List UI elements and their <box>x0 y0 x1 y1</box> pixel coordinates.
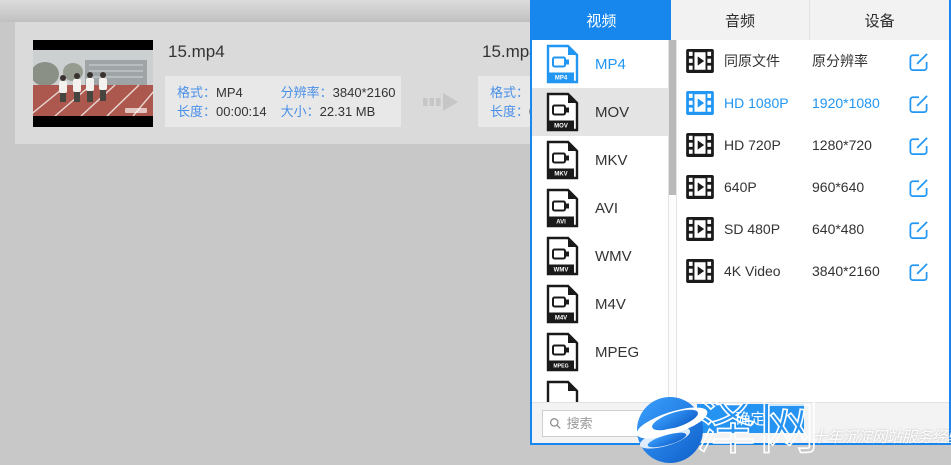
format-label: MPEG <box>595 344 639 361</box>
avi-file-icon: AVI <box>545 188 579 228</box>
edit-icon[interactable] <box>908 51 929 72</box>
option-resolution: 原分辨率 <box>812 51 908 71</box>
option-resolution: 1920*1080 <box>812 95 908 111</box>
search-box[interactable] <box>542 410 670 437</box>
option-name: SD 480P <box>724 221 812 237</box>
scrollbar-thumb[interactable] <box>669 40 676 195</box>
svg-text:M4V: M4V <box>555 316 567 322</box>
convert-arrow-icon <box>423 90 463 119</box>
option-resolution: 3840*2160 <box>812 263 908 279</box>
source-file-info: 格式：MP4 分辨率：3840*2160 长度：00:00:14 大小：22.3… <box>165 76 401 127</box>
film-icon <box>686 259 714 283</box>
edit-icon[interactable] <box>908 219 929 240</box>
option-hd-1080p[interactable]: HD 1080P 1920*1080 <box>686 82 949 124</box>
thumbnail-art <box>33 40 153 127</box>
film-icon <box>686 175 714 199</box>
svg-text:AVI: AVI <box>556 220 566 226</box>
tab-video-label: 视频 <box>586 10 616 31</box>
format-item-m4v[interactable]: M4V M4V <box>532 280 668 328</box>
format-picker-panel: 视频 音频 设备 MP4 MP4 <box>530 0 951 445</box>
mov-file-icon: MOV <box>545 92 579 132</box>
format-label: M4V <box>595 296 626 313</box>
quality-option-list: 同原文件 原分辨率 HD 1080P 1920*1080 <box>677 40 949 402</box>
duration-value: 00:00:14 <box>216 104 267 119</box>
svg-text:MKV: MKV <box>554 172 567 178</box>
tab-device-label: 设备 <box>865 10 895 31</box>
resolution-label: 分辨率： <box>281 85 333 100</box>
tab-audio-label: 音频 <box>725 10 755 31</box>
format-item-wmv[interactable]: WMV WMV <box>532 232 668 280</box>
format-label: MKV <box>595 152 628 169</box>
format-label: WMV <box>595 248 632 265</box>
search-input[interactable] <box>567 416 663 431</box>
size-value: 22.31 MB <box>320 104 376 119</box>
edit-icon[interactable] <box>908 261 929 282</box>
option-resolution: 1280*720 <box>812 137 908 153</box>
panel-tabs: 视频 音频 设备 <box>532 0 949 40</box>
video-thumbnail[interactable] <box>33 40 153 127</box>
film-icon <box>686 49 714 73</box>
option-name: HD 720P <box>724 137 812 153</box>
option-4k-video[interactable]: 4K Video 3840*2160 <box>686 250 949 292</box>
source-file-title: 15.mp4 <box>168 42 225 62</box>
option-name: 640P <box>724 179 812 195</box>
format-value: MP4 <box>216 85 243 100</box>
svg-text:MPEG: MPEG <box>553 364 568 370</box>
resolution-value: 3840*2160 <box>333 85 396 100</box>
option-resolution: 960*640 <box>812 179 908 195</box>
edit-icon[interactable] <box>908 93 929 114</box>
format-label: 格式： <box>177 85 216 100</box>
format-item-mov[interactable]: MOV MOV <box>532 88 668 136</box>
format-label: 格式： <box>490 85 529 100</box>
duration-label: 长度： <box>490 104 529 119</box>
format-label: MP4 <box>595 56 626 73</box>
tab-audio[interactable]: 音频 <box>671 0 810 40</box>
duration-label: 长度： <box>177 104 216 119</box>
format-label: AVI <box>595 200 618 217</box>
wmv-file-icon: WMV <box>545 236 579 276</box>
edit-icon[interactable] <box>908 177 929 198</box>
option-name: HD 1080P <box>724 95 812 111</box>
format-item-mkv[interactable]: MKV MKV <box>532 136 668 184</box>
format-item-mpeg[interactable]: MPEG MPEG <box>532 328 668 376</box>
edit-icon[interactable] <box>908 135 929 156</box>
tab-video[interactable]: 视频 <box>532 0 671 40</box>
format-item-partial[interactable] <box>532 376 668 402</box>
partial-file-icon <box>545 380 579 402</box>
format-item-mp4[interactable]: MP4 MP4 <box>532 40 668 88</box>
size-label: 大小： <box>281 104 320 119</box>
panel-bottom-bar: 确定 <box>532 402 949 443</box>
film-icon <box>686 217 714 241</box>
format-list: MP4 MP4 MOV MOV <box>532 40 668 402</box>
option-640p[interactable]: 640P 960*640 <box>686 166 949 208</box>
option-name: 同原文件 <box>724 51 812 71</box>
mkv-file-icon: MKV <box>545 140 579 180</box>
svg-text:MOV: MOV <box>554 124 568 130</box>
film-icon <box>686 133 714 157</box>
option-resolution: 640*480 <box>812 221 908 237</box>
option-name: 4K Video <box>724 263 812 279</box>
svg-text:WMV: WMV <box>554 268 569 274</box>
confirm-button[interactable]: 确定 <box>697 404 804 433</box>
option-hd-720p[interactable]: HD 720P 1280*720 <box>686 124 949 166</box>
svg-text:MP4: MP4 <box>555 76 568 82</box>
m4v-file-icon: M4V <box>545 284 579 324</box>
option-same-as-source[interactable]: 同原文件 原分辨率 <box>686 40 949 82</box>
option-sd-480p[interactable]: SD 480P 640*480 <box>686 208 949 250</box>
mpeg-file-icon: MPEG <box>545 332 579 372</box>
tab-device[interactable]: 设备 <box>809 0 949 40</box>
panel-body: MP4 MP4 MOV MOV <box>532 40 949 402</box>
mp4-file-icon: MP4 <box>545 44 579 84</box>
film-icon <box>686 91 714 115</box>
format-item-avi[interactable]: AVI AVI <box>532 184 668 232</box>
search-icon <box>549 416 562 431</box>
format-label: MOV <box>595 104 629 121</box>
format-list-scrollbar[interactable] <box>668 40 677 402</box>
